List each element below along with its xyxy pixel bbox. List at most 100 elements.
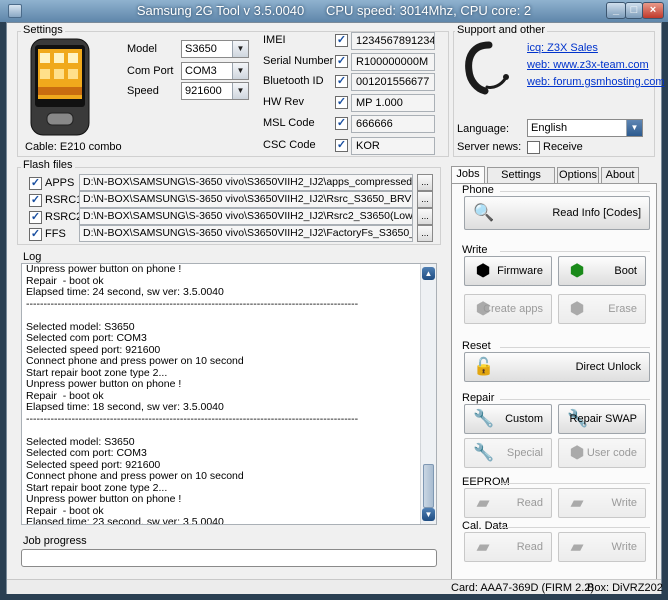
- tab-jobs[interactable]: Jobs: [451, 166, 485, 184]
- log-panel[interactable]: Unpress power button on phone ! Repair -…: [21, 263, 437, 525]
- msl-code-field[interactable]: 666666: [351, 115, 435, 133]
- eeprom-section-label: EEPROM: [462, 476, 510, 488]
- firmware-label: Firmware: [497, 265, 543, 277]
- flash-icon: ⬢: [475, 261, 491, 280]
- speed-value: 921600: [185, 85, 222, 97]
- tab-about[interactable]: About: [601, 167, 639, 183]
- tab-settings-model[interactable]: Settings model: [487, 167, 555, 195]
- ffs-checkbox[interactable]: ✓: [29, 228, 42, 241]
- model-select[interactable]: S3650 ▼: [181, 40, 249, 58]
- maximize-button[interactable]: □: [625, 2, 643, 19]
- window-title-text: Samsung 2G Tool v 3.5.0040: [136, 3, 305, 18]
- scroll-thumb[interactable]: [423, 464, 434, 508]
- eeprom-write-label: Write: [611, 497, 637, 509]
- hw-rev-field[interactable]: MP 1.000: [351, 94, 435, 112]
- scroll-down-icon[interactable]: ▼: [422, 508, 435, 521]
- speed-select[interactable]: 921600 ▼: [181, 82, 249, 100]
- csc-code-field[interactable]: KOR: [351, 137, 435, 155]
- custom-button[interactable]: 🔧 Custom: [464, 404, 552, 434]
- com-port-select[interactable]: COM3 ▼: [181, 62, 249, 80]
- settings-group-label: Settings: [21, 24, 65, 36]
- create-apps-button[interactable]: ⬢ Create apps: [464, 294, 552, 324]
- ffs-path[interactable]: D:\N-BOX\SAMSUNG\S-3650 vivo\S3650VIIH2_…: [79, 225, 413, 242]
- imei-checkbox[interactable]: ✓: [335, 34, 348, 47]
- tab-options[interactable]: Options: [557, 167, 599, 183]
- boot-button[interactable]: ⬢ Boot: [558, 256, 646, 286]
- firmware-button[interactable]: ⬢ Firmware: [464, 256, 552, 286]
- jobs-panel: Phone 🔍 Read Info [Codes] Write ⬢ Firmwa…: [451, 183, 657, 587]
- com-port-label: Com Port: [127, 65, 174, 77]
- bluetooth-id-field[interactable]: 001201556677: [351, 73, 435, 91]
- cal-data-section-label: Cal. Data: [462, 520, 508, 532]
- user-code-button[interactable]: ⬢ User code: [558, 438, 646, 468]
- read-info-button[interactable]: 🔍 Read Info [Codes]: [464, 196, 650, 230]
- rsrc1-path[interactable]: D:\N-BOX\SAMSUNG\S-3650 vivo\S3650VIIH2_…: [79, 191, 413, 208]
- folder-icon: ▰: [570, 537, 584, 556]
- cal-write-button[interactable]: ▰ Write: [558, 532, 646, 562]
- forum-link[interactable]: web: forum.gsmhosting.com: [527, 76, 665, 88]
- direct-unlock-button[interactable]: 🔓 Direct Unlock: [464, 352, 650, 382]
- apps-path[interactable]: D:\N-BOX\SAMSUNG\S-3650 vivo\S3650VIIH2_…: [79, 174, 413, 191]
- com-port-value: COM3: [185, 65, 217, 77]
- minimize-button[interactable]: _: [606, 2, 626, 19]
- speed-label: Speed: [127, 85, 159, 97]
- rsrc2-checkbox[interactable]: ✓: [29, 211, 42, 224]
- boot-label: Boot: [614, 265, 637, 277]
- write-section-label: Write: [462, 244, 488, 256]
- hw-rev-checkbox[interactable]: ✓: [335, 96, 348, 109]
- language-select[interactable]: English ▼: [527, 119, 643, 137]
- imei-field[interactable]: 12345678912345: [351, 32, 435, 50]
- flash-files-label: Flash files: [21, 159, 75, 171]
- status-bar: Card: AAA7-369D (FIRM 2.2) Box: DiVRZ202: [7, 579, 663, 594]
- apps-checkbox[interactable]: ✓: [29, 177, 42, 190]
- bluetooth-id-label: Bluetooth ID: [263, 75, 324, 87]
- rsrc1-browse-button[interactable]: ...: [417, 191, 433, 208]
- ffs-browse-button[interactable]: ...: [417, 225, 433, 242]
- msl-code-checkbox[interactable]: ✓: [335, 117, 348, 130]
- wrench-icon: 🔧: [473, 409, 495, 428]
- cal-read-button[interactable]: ▰ Read: [464, 532, 552, 562]
- csc-code-checkbox[interactable]: ✓: [335, 139, 348, 152]
- eeprom-read-button[interactable]: ▰ Read: [464, 488, 552, 518]
- serial-number-field[interactable]: R100000000M: [351, 53, 435, 71]
- serial-number-label: Serial Number: [263, 55, 334, 67]
- chevron-down-icon[interactable]: ▼: [232, 63, 248, 79]
- phone-image: [25, 37, 95, 137]
- special-button[interactable]: 🔧 Special: [464, 438, 552, 468]
- eeprom-write-button[interactable]: ▰ Write: [558, 488, 646, 518]
- rsrc1-checkbox[interactable]: ✓: [29, 194, 42, 207]
- chevron-down-icon[interactable]: ▼: [626, 120, 642, 136]
- scroll-up-icon[interactable]: ▲: [422, 267, 435, 280]
- log-scrollbar[interactable]: ▲ ▼: [420, 264, 436, 524]
- divider: [500, 399, 650, 400]
- apps-label: APPS: [45, 177, 75, 189]
- folder-icon: ▰: [476, 537, 490, 556]
- website-link[interactable]: web: www.z3x-team.com: [527, 59, 649, 71]
- headset-icon: [465, 41, 509, 95]
- erase-button[interactable]: ⬢ Erase: [558, 294, 646, 324]
- rsrc2-browse-button[interactable]: ...: [417, 208, 433, 225]
- icq-link[interactable]: icq: Z3X Sales: [527, 42, 598, 54]
- repair-swap-button[interactable]: 🔧 Repair SWAP: [558, 404, 646, 434]
- model-label: Model: [127, 43, 157, 55]
- magnifier-icon: 🔍: [473, 203, 495, 222]
- chevron-down-icon[interactable]: ▼: [232, 41, 248, 57]
- bluetooth-id-checkbox[interactable]: ✓: [335, 75, 348, 88]
- apps-browse-button[interactable]: ...: [417, 174, 433, 191]
- repair-section-label: Repair: [462, 392, 495, 404]
- close-button[interactable]: ×: [642, 2, 664, 19]
- imei-label: IMEI: [263, 34, 286, 46]
- chevron-down-icon[interactable]: ▼: [232, 83, 248, 99]
- repair-swap-label: Repair SWAP: [569, 413, 637, 425]
- divider: [500, 251, 650, 252]
- eeprom-read-label: Read: [516, 497, 543, 509]
- rsrc2-path[interactable]: D:\N-BOX\SAMSUNG\S-3650 vivo\S3650VIIH2_…: [79, 208, 413, 225]
- main-window: Settings Cable: E210 combo Model S3650 ▼ …: [6, 22, 665, 594]
- serial-number-checkbox[interactable]: ✓: [335, 55, 348, 68]
- ffs-label: FFS: [45, 228, 66, 240]
- box-info: Box: DiVRZ202: [587, 582, 663, 594]
- divider: [500, 347, 650, 348]
- receive-checkbox[interactable]: [527, 141, 540, 154]
- cal-write-label: Write: [611, 541, 637, 553]
- boot-icon: ⬢: [569, 261, 585, 280]
